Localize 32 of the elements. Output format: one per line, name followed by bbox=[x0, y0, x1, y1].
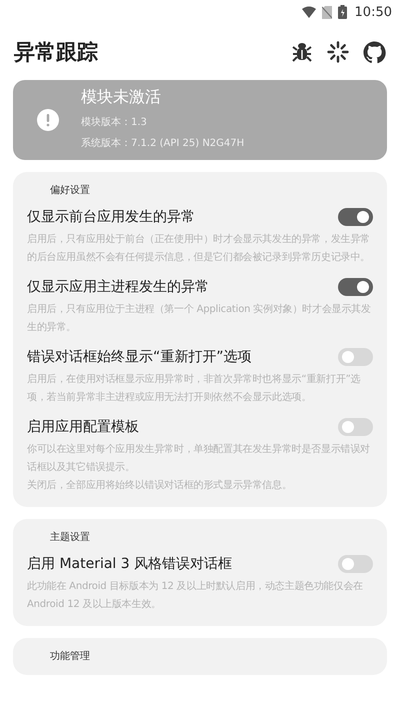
status-time: 10:50 bbox=[354, 4, 392, 20]
status-banner[interactable]: 模块未激活 模块版本：1.3 系统版本：7.1.2 (API 25) N2G47H bbox=[13, 80, 387, 160]
setting-description: 启用后，只有应用位于主进程（第一个 Application 实例对象）时才会显示其发生的异常。 bbox=[27, 302, 372, 335]
section-header: 功能管理 bbox=[50, 650, 91, 663]
bug-icon[interactable] bbox=[291, 41, 313, 63]
version-text: 系统版本：7.1.2 (API 25) N2G47H bbox=[81, 136, 244, 150]
setting-title: 错误对话框始终显示“重新打开”选项 bbox=[27, 348, 252, 366]
setting-description: 启用后，只有应用处于前台（正在使用中）时才会显示其发生的异常，发生异常的后台应用虽然不会有任何提示信息，但是它们都会被记录到异常历史记录中。 bbox=[27, 232, 372, 265]
setting-description: 关闭后，全部应用将始终以错误对话框的形式显示异常信息。 bbox=[27, 478, 293, 493]
toggle-switch[interactable] bbox=[338, 418, 373, 436]
wifi-icon bbox=[302, 6, 316, 18]
setting-title: 启用 Material 3 风格错误对话框 bbox=[27, 555, 232, 573]
setting-description: 启用后，在使用对话框显示应用异常时，非首次异常时也将显示“重新打开”选项，若当前异常非主进程或应用无法打开则依然不会显示此选项。 bbox=[27, 372, 362, 405]
section-header: 偏好设置 bbox=[50, 184, 91, 197]
battery-icon bbox=[338, 5, 347, 19]
toggle-switch[interactable] bbox=[338, 348, 373, 366]
app-title: 异常跟踪 bbox=[14, 39, 98, 66]
setting-title: 仅显示前台应用发生的异常 bbox=[27, 208, 195, 226]
toggle-switch[interactable] bbox=[338, 555, 373, 573]
setting-description: 此功能在 Android 目标版本为 12 及以上时默认启用，动态主题色功能仅会在 Android 12 及以上版本生效。 bbox=[27, 580, 364, 612]
toggle-switch[interactable] bbox=[338, 278, 373, 296]
github-icon[interactable] bbox=[363, 40, 386, 64]
loading-icon[interactable] bbox=[327, 41, 349, 63]
setting-title: 启用应用配置模板 bbox=[27, 418, 139, 436]
no-sim-icon bbox=[322, 6, 332, 18]
setting-description: 你可以在这里对每个应用发生异常时，单独配置其在发生异常时是否显示错误对话框以及其它错误提示。 bbox=[27, 442, 372, 475]
toggle-switch[interactable] bbox=[338, 208, 373, 226]
section-header: 主题设置 bbox=[50, 530, 91, 544]
version-text: 模块版本：1.3 bbox=[81, 116, 148, 130]
banner-title: 模块未激活 bbox=[81, 86, 162, 108]
setting-title: 仅显示应用主进程发生的异常 bbox=[27, 278, 209, 296]
warning-icon bbox=[37, 109, 59, 131]
